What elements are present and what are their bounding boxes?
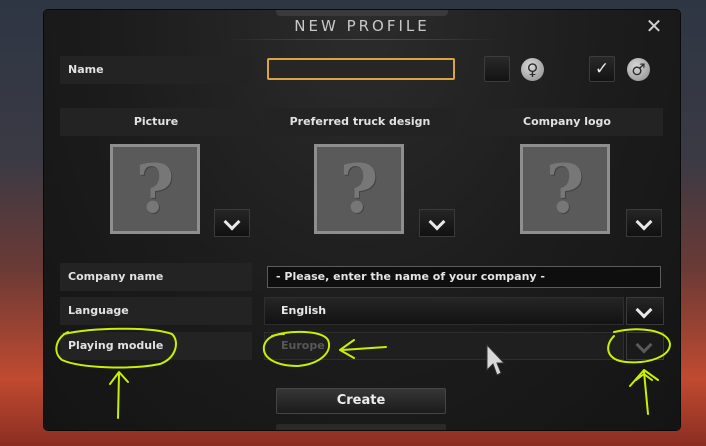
company-logo-dropdown-button[interactable] bbox=[626, 209, 662, 237]
chevron-down-icon bbox=[635, 301, 653, 319]
dialog-title: NEW PROFILE bbox=[294, 17, 430, 35]
question-icon: ? bbox=[135, 150, 175, 228]
close-icon[interactable]: ✕ bbox=[644, 16, 664, 36]
company-name-input[interactable]: - Please, enter the name of your company… bbox=[267, 266, 661, 288]
female-checkbox[interactable] bbox=[484, 56, 510, 82]
name-label: Name bbox=[60, 56, 252, 84]
question-icon: ? bbox=[339, 150, 379, 228]
language-dropdown-button[interactable] bbox=[626, 297, 664, 325]
name-input[interactable] bbox=[267, 58, 455, 80]
mouse-cursor-icon bbox=[486, 344, 506, 376]
truck-design-header: Preferred truck design bbox=[264, 108, 456, 136]
question-icon: ? bbox=[545, 150, 585, 228]
new-profile-dialog: NEW PROFILE ✕ Name ♀ ✓ ♂ Picture Preferr… bbox=[44, 10, 680, 430]
dialog-top-tab bbox=[276, 10, 448, 16]
title-divider bbox=[224, 39, 500, 40]
language-select[interactable]: English bbox=[264, 297, 624, 325]
chevron-down-icon bbox=[635, 213, 653, 231]
language-label: Language bbox=[60, 297, 252, 325]
chevron-down-icon bbox=[635, 336, 653, 354]
truck-design-placeholder[interactable]: ? bbox=[314, 144, 404, 234]
truck-design-dropdown-button[interactable] bbox=[419, 209, 455, 237]
male-icon: ♂ bbox=[627, 58, 650, 81]
create-button[interactable]: Create bbox=[276, 388, 446, 414]
playing-module-label: Playing module bbox=[60, 332, 252, 360]
picture-dropdown-button[interactable] bbox=[214, 209, 250, 237]
company-name-label: Company name bbox=[60, 263, 252, 291]
female-icon: ♀ bbox=[521, 58, 544, 81]
company-logo-header: Company logo bbox=[471, 108, 663, 136]
chevron-down-icon bbox=[428, 213, 446, 231]
playing-module-dropdown-button[interactable] bbox=[626, 332, 664, 360]
company-logo-placeholder[interactable]: ? bbox=[520, 144, 610, 234]
picture-header: Picture bbox=[60, 108, 252, 136]
dialog-bottom-tab bbox=[276, 424, 446, 430]
chevron-down-icon bbox=[223, 213, 241, 231]
playing-module-select[interactable]: Europe bbox=[264, 332, 624, 360]
picture-placeholder[interactable]: ? bbox=[110, 144, 200, 234]
male-checkbox[interactable]: ✓ bbox=[589, 56, 615, 82]
